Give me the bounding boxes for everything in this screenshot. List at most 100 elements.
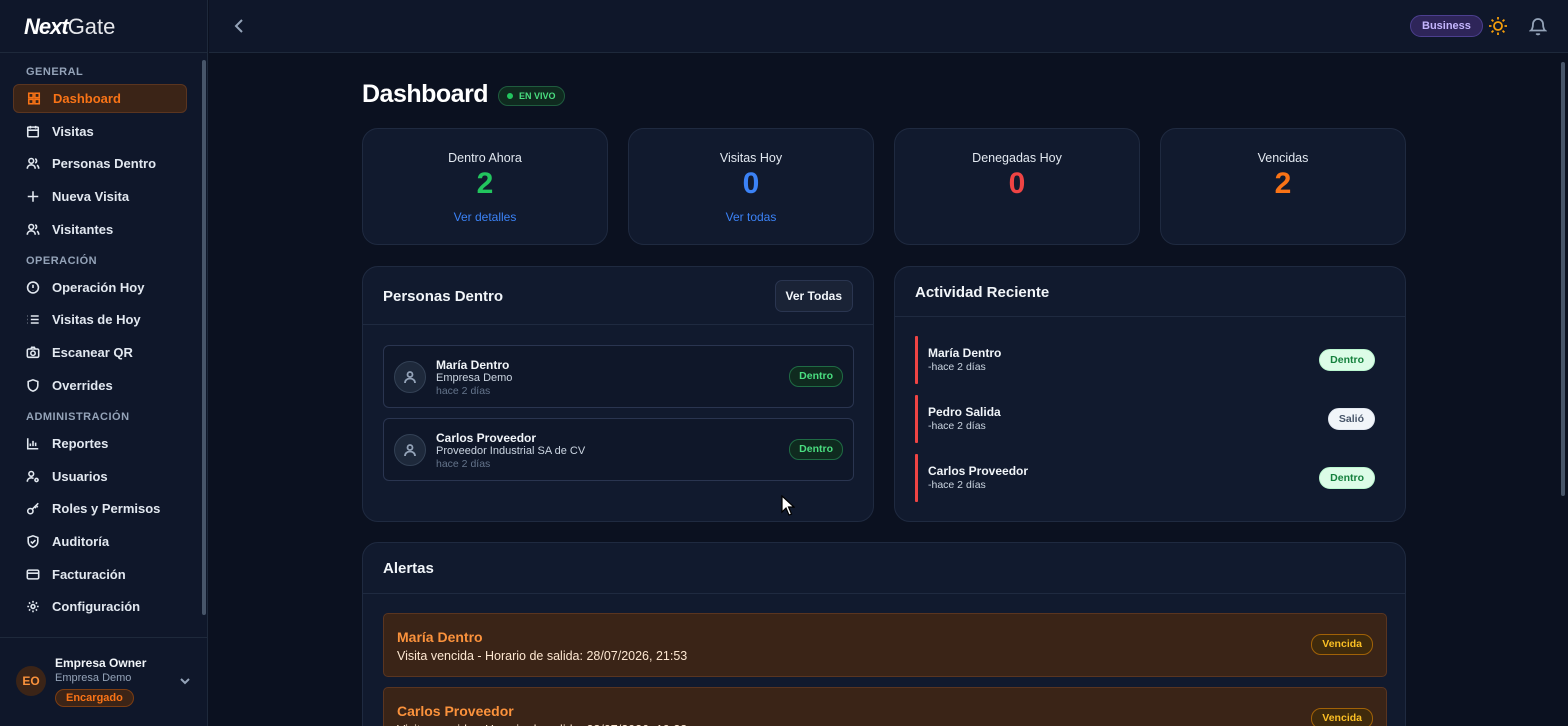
stat-card-vencidas: Vencidas 2: [1160, 128, 1406, 245]
alert-item[interactable]: María Dentro Visita vencida - Horario de…: [383, 613, 1387, 677]
activity-bar: [915, 454, 918, 502]
sidebar-scrollbar[interactable]: [202, 60, 206, 615]
sidebar-item-label: Visitantes: [52, 221, 114, 237]
stat-value: 0: [742, 167, 760, 200]
alert-circle-icon: [26, 280, 40, 294]
stat-value: 0: [1008, 167, 1026, 200]
sidebar-item-label: Visitas: [52, 123, 94, 139]
sidebar-item-visitantes[interactable]: Visitantes: [13, 215, 187, 244]
alert-name: María Dentro: [397, 629, 483, 645]
list-item[interactable]: Carlos Proveedor Proveedor Industrial SA…: [383, 418, 854, 481]
status-badge: Vencida: [1311, 708, 1373, 726]
stat-label: Vencidas: [1257, 151, 1309, 165]
avatar: EO: [16, 666, 46, 696]
sidebar-item-label: Visitas de Hoy: [52, 312, 141, 328]
activity-item: Carlos Proveedor -hace 2 días Dentro: [915, 454, 1385, 502]
sidebar-item-label: Configuración: [52, 599, 141, 615]
user-icon: [394, 434, 426, 466]
list-icon: [26, 313, 40, 327]
sidebar-item-visitas[interactable]: Visitas: [13, 117, 187, 146]
chevron-left-icon[interactable]: [231, 17, 247, 35]
sidebar-item-reportes[interactable]: Reportes: [13, 429, 187, 458]
sidebar-item-label: Usuarios: [52, 468, 108, 484]
sidebar-item-label: Roles y Permisos: [52, 501, 161, 517]
stat-card-visitas-hoy: Visitas Hoy 0 Ver todas: [628, 128, 874, 245]
sidebar-item-usuarios[interactable]: Usuarios: [13, 462, 187, 491]
section-title: ADMINISTRACIÓN: [26, 410, 130, 423]
main-scrollbar[interactable]: [1561, 62, 1565, 496]
divider: [363, 324, 873, 325]
activity-name: Carlos Proveedor: [928, 464, 1029, 478]
alert-description: Visita vencida - Horario de salida: 28/0…: [397, 649, 688, 663]
sidebar: NextGate GENERAL Dashboard Visitas Personas…: [0, 0, 208, 726]
role-badge: Encargado: [55, 689, 134, 707]
divider: [0, 52, 208, 53]
ver-todas-button[interactable]: Ver Todas: [774, 280, 853, 312]
person-org: Proveedor Industrial SA de CV: [436, 445, 586, 457]
sidebar-item-overrides[interactable]: Overrides: [13, 371, 187, 400]
user-icon: [394, 361, 426, 393]
plan-badge: Business: [1410, 15, 1483, 37]
list-item[interactable]: María Dentro Empresa Demo hace 2 días De…: [383, 345, 854, 408]
person-name: Carlos Proveedor: [436, 431, 537, 445]
users-icon: [26, 157, 40, 171]
sidebar-item-label: Overrides: [52, 377, 113, 393]
live-dot-icon: [507, 93, 513, 99]
stat-value: 2: [1274, 167, 1292, 200]
sidebar-item-nueva-visita[interactable]: Nueva Visita: [13, 182, 187, 211]
gear-icon: [26, 600, 40, 614]
alertas-card: Alertas María Dentro Visita vencida - Ho…: [362, 542, 1406, 726]
grid-icon: [27, 92, 41, 106]
sidebar-item-roles-y-permisos[interactable]: Roles y Permisos: [13, 494, 187, 523]
users-icon: [26, 222, 40, 236]
person-time: hace 2 días: [436, 458, 491, 470]
status-badge: Vencida: [1311, 634, 1373, 655]
activity-item: María Dentro -hace 2 días Dentro: [915, 336, 1385, 384]
stat-link[interactable]: Ver todas: [629, 210, 873, 224]
person-org: Empresa Demo: [436, 372, 513, 384]
sidebar-item-label: Reportes: [52, 435, 109, 451]
personas-dentro-card: Personas Dentro Ver Todas María Dentro E…: [362, 266, 874, 522]
card-title: Actividad Reciente: [915, 284, 1050, 301]
sidebar-item-dashboard[interactable]: Dashboard: [13, 84, 187, 113]
sidebar-item-operacion-hoy[interactable]: Operación Hoy: [13, 273, 187, 302]
chevron-down-icon[interactable]: [179, 674, 191, 686]
stat-card-denegadas-hoy: Denegadas Hoy 0: [894, 128, 1140, 245]
stat-value: 2: [476, 167, 494, 200]
status-badge: Dentro: [789, 439, 843, 460]
user-name: Empresa Owner: [55, 656, 147, 670]
sidebar-item-configuracion[interactable]: Configuración: [13, 592, 187, 621]
status-badge: Dentro: [1319, 349, 1375, 371]
key-icon: [26, 502, 40, 516]
activity-item: Pedro Salida -hace 2 días Salió: [915, 395, 1385, 443]
sidebar-item-facturacion[interactable]: Facturación: [13, 560, 187, 589]
alert-item[interactable]: Carlos Proveedor Visita vencida - Horari…: [383, 687, 1387, 726]
mouse-cursor-icon: [781, 495, 795, 516]
card-title: Alertas: [383, 560, 434, 577]
sidebar-item-auditoria[interactable]: Auditoría: [13, 527, 187, 556]
sidebar-item-visitas-de-hoy[interactable]: Visitas de Hoy: [13, 305, 187, 334]
activity-bar: [915, 336, 918, 384]
bell-icon[interactable]: [1528, 16, 1548, 36]
divider: [895, 316, 1405, 317]
user-cog-icon: [26, 469, 40, 483]
sidebar-item-personas-dentro[interactable]: Personas Dentro: [13, 149, 187, 178]
stat-link[interactable]: Ver detalles: [363, 210, 607, 224]
logo[interactable]: NextGate: [24, 14, 115, 40]
activity-name: Pedro Salida: [928, 405, 1001, 419]
sun-icon[interactable]: [1488, 16, 1508, 36]
sidebar-item-label: Auditoría: [52, 533, 110, 549]
sidebar-item-escanear-qr[interactable]: Escanear QR: [13, 338, 187, 367]
stat-label: Visitas Hoy: [719, 151, 783, 165]
activity-time: -hace 2 días: [928, 420, 986, 432]
calendar-icon: [26, 124, 40, 138]
shield-icon: [26, 378, 40, 392]
status-badge: Salió: [1327, 408, 1375, 430]
divider: [0, 637, 208, 638]
sidebar-item-label: Operación Hoy: [52, 279, 145, 295]
user-menu[interactable]: EO Empresa Owner Empresa Demo Encargado: [16, 652, 196, 712]
sidebar-item-label: Escanear QR: [52, 345, 133, 361]
person-time: hace 2 días: [436, 385, 491, 397]
shield-check-icon: [26, 534, 40, 548]
section-title: GENERAL: [26, 66, 84, 78]
